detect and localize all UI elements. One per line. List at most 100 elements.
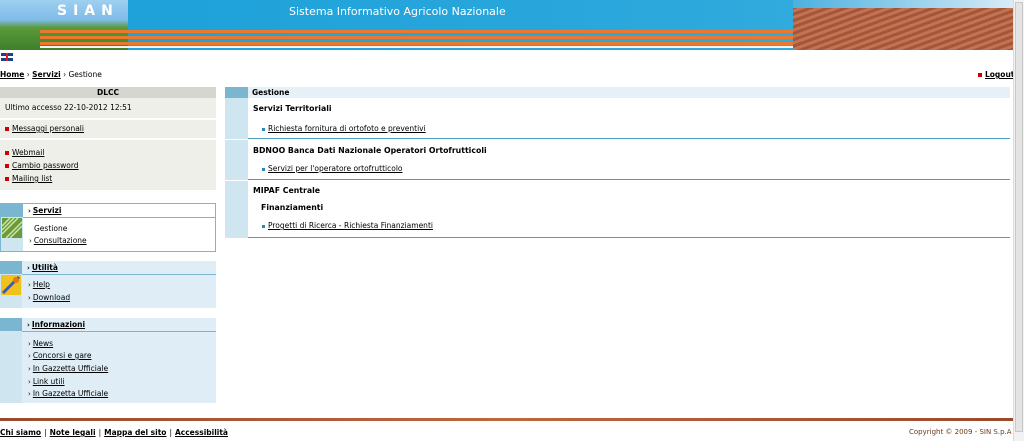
banner-title: Sistema Informativo Agricolo Nazionale (289, 5, 506, 18)
main-header-tab (225, 87, 248, 98)
ortofrutticolo-link[interactable]: Servizi per l'operatore ortofrutticolo (268, 164, 403, 173)
servizi-panel-icon (2, 218, 22, 238)
breadcrumb-separator: › (63, 70, 67, 79)
panel-tab (1, 204, 23, 217)
concorsi-label[interactable]: Concorsi e gare (33, 351, 92, 360)
servizi-item-consultazione[interactable]: › Consultazione (29, 236, 87, 245)
red-bullet-icon (5, 177, 9, 181)
section-mipaf: MIPAF Centrale Finanziamenti Progetti di… (225, 181, 1010, 238)
red-bullet-icon (5, 151, 9, 155)
chevron-right-icon: › (28, 294, 31, 302)
info-item-gazzetta[interactable]: › In Gazzetta Ufficiale (28, 364, 108, 373)
main-header: Gestione (225, 87, 1010, 98)
utilita-panel-icon (1, 275, 21, 295)
ortofoto-link[interactable]: Richiesta fornitura di ortofoto e preven… (268, 124, 426, 133)
footer-separator: | (169, 428, 172, 437)
flag-uk-icon[interactable] (1, 53, 13, 61)
download-label[interactable]: Download (33, 293, 70, 302)
utilita-item-download[interactable]: › Download (28, 293, 70, 302)
utilita-item-help[interactable]: › Help (28, 280, 50, 289)
utilita-title[interactable]: Utilità (32, 263, 58, 272)
footer-separator: | (44, 428, 47, 437)
servizi-panel: › Servizi Gestione › Consultazione (0, 203, 216, 252)
chi-siamo-link[interactable]: Chi siamo (0, 428, 41, 437)
chevron-right-icon: › (28, 281, 31, 289)
logout-label[interactable]: Logout (985, 70, 1014, 79)
consultazione-label[interactable]: Consultazione (34, 236, 87, 245)
footer-separator: | (98, 428, 102, 437)
footer-divider (0, 418, 1013, 421)
scrollbar-thumb[interactable] (1015, 2, 1023, 432)
note-legali-link[interactable]: Note legali (50, 428, 96, 437)
vertical-scrollbar[interactable] (1013, 0, 1024, 441)
breadcrumb-separator: › (26, 70, 30, 79)
blue-bullet-icon (262, 167, 265, 171)
section-subtitle: Finanziamenti (261, 203, 324, 212)
servizi-header[interactable]: › Servizi (28, 206, 61, 215)
copyright: Copyright © 2009 - SIN S.p.A (909, 428, 1012, 436)
breadcrumb-servizi[interactable]: Servizi (32, 70, 61, 79)
red-bullet-icon (5, 127, 9, 131)
info-item-concorsi[interactable]: › Concorsi e gare (28, 351, 91, 360)
mailing-list-link[interactable]: Mailing list (12, 174, 52, 183)
informazioni-title[interactable]: Informazioni (32, 320, 85, 329)
panel-tab (0, 318, 22, 331)
section-link[interactable]: Richiesta fornitura di ortofoto e preven… (262, 124, 426, 133)
user-name: DLCC (0, 87, 216, 98)
gazzetta-label[interactable]: In Gazzetta Ufficiale (33, 364, 108, 373)
webmail-link[interactable]: Webmail (12, 148, 44, 157)
section-bdnoo: BDNOO Banca Dati Nazionale Operatori Ort… (225, 140, 1010, 180)
breadcrumb: Home › Servizi › Gestione (0, 70, 102, 79)
chevron-right-icon: › (28, 365, 31, 373)
blue-bullet-icon (262, 224, 265, 228)
utilita-header[interactable]: › Utilità (27, 263, 58, 272)
logout-link[interactable]: Logout (978, 70, 1014, 79)
info-item-link-utili[interactable]: › Link utili (28, 377, 65, 386)
info-item-gazzetta-2[interactable]: › In Gazzetta Ufficiale (28, 389, 108, 398)
breadcrumb-home[interactable]: Home (0, 70, 24, 79)
messaggi-personali-link[interactable]: Messaggi personali (12, 124, 84, 133)
section-title: MIPAF Centrale (253, 186, 321, 195)
logo-text: SIAN (57, 3, 119, 19)
header-banner: SIAN Sistema Informativo Agricolo Nazion… (0, 0, 1013, 50)
informazioni-panel: › Informazioni › News › Concorsi e gare › In… (0, 318, 216, 403)
chevron-right-icon: › (27, 264, 30, 272)
chevron-right-icon: › (28, 390, 31, 398)
field-sky (793, 0, 1013, 8)
red-bullet-icon (5, 164, 9, 168)
chevron-right-icon: › (28, 378, 31, 386)
left-sidebar: DLCC Ultimo accesso 22-10-2012 12:51 Mes… (0, 87, 216, 190)
cambio-password-link[interactable]: Cambio password (12, 161, 79, 170)
last-access: Ultimo accesso 22-10-2012 12:51 (5, 103, 132, 112)
user-box: Ultimo accesso 22-10-2012 12:51 Messaggi… (0, 98, 216, 190)
link-utili-label[interactable]: Link utili (33, 377, 65, 386)
mappa-sito-link[interactable]: Mappa del sito (104, 428, 166, 437)
help-label[interactable]: Help (33, 280, 50, 289)
chevron-right-icon: › (28, 352, 31, 360)
info-item-news[interactable]: › News (28, 339, 53, 348)
panel-side (0, 331, 22, 403)
section-link[interactable]: Servizi per l'operatore ortofrutticolo (262, 164, 403, 173)
footer-links: Chi siamo | Note legali | Mappa del sito | Acc… (0, 428, 228, 437)
chevron-right-icon: › (28, 207, 31, 215)
section-servizi-territoriali: Servizi Territoriali Richiesta fornitura… (225, 98, 1010, 139)
red-bullet-icon (978, 73, 982, 77)
finanziamenti-link[interactable]: Progetti di Ricerca - Richiesta Finanzia… (268, 221, 433, 230)
servizi-item-gestione: Gestione (34, 224, 68, 233)
main-content: Gestione Servizi Territoriali Richiesta … (225, 87, 1010, 238)
utilita-panel: › Utilità › Help › Download (0, 261, 216, 308)
section-title: BDNOO Banca Dati Nazionale Operatori Ort… (253, 146, 487, 155)
chevron-right-icon: › (27, 321, 30, 329)
servizi-title[interactable]: Servizi (33, 206, 62, 215)
news-label[interactable]: News (33, 339, 53, 348)
gazzetta-label-2[interactable]: In Gazzetta Ufficiale (33, 389, 108, 398)
informazioni-header[interactable]: › Informazioni (27, 320, 85, 329)
blue-bullet-icon (262, 127, 265, 131)
breadcrumb-current: Gestione (68, 70, 102, 79)
section-title: Servizi Territoriali (253, 104, 332, 113)
section-link[interactable]: Progetti di Ricerca - Richiesta Finanzia… (262, 221, 433, 230)
panel-tab (0, 261, 22, 274)
main-title: Gestione (252, 88, 290, 97)
chevron-right-icon: › (29, 237, 32, 245)
accessibilita-link[interactable]: Accessibilità (175, 428, 228, 437)
